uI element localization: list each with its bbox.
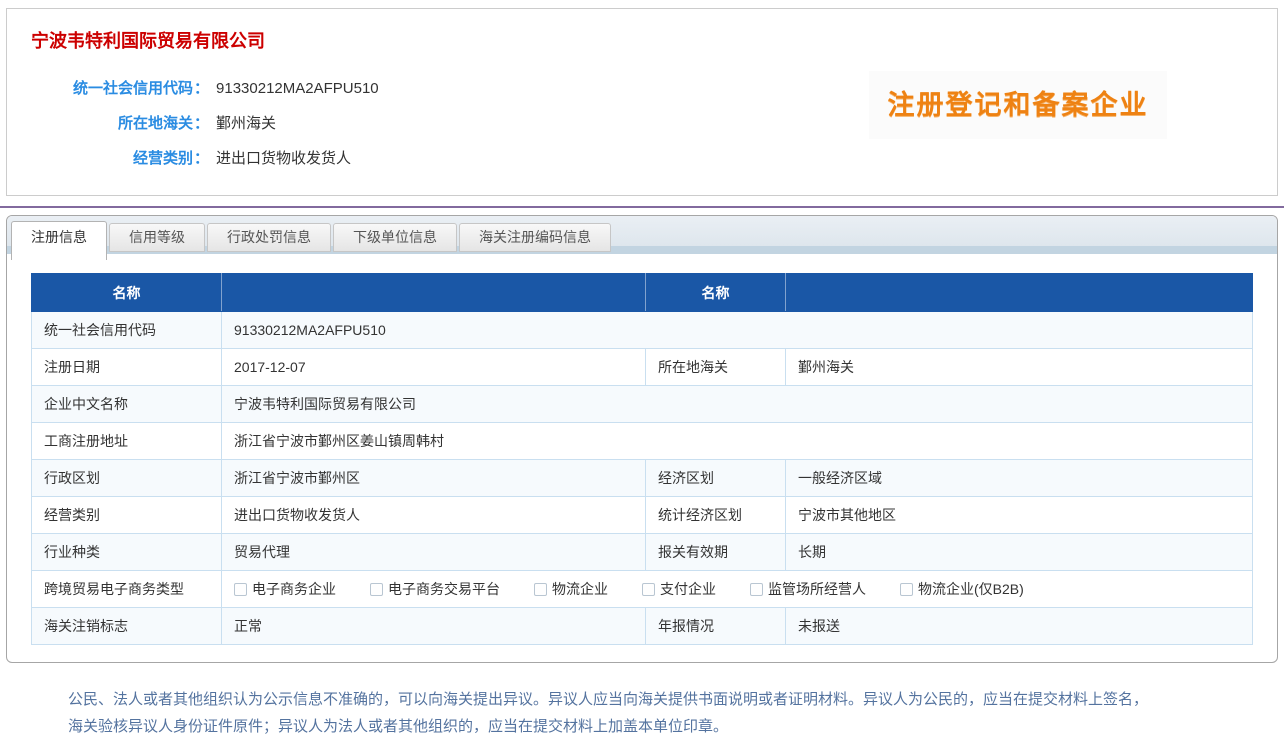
tab-content: 名称 名称 统一社会信用代码91330212MA2AFPU510注册日期2017… [7,254,1277,645]
row-value-cell: 宁波市其他地区 [786,497,1253,534]
table-row: 工商注册地址浙江省宁波市鄞州区姜山镇周韩村 [32,423,1253,460]
column-header-name-2: 名称 [646,274,786,312]
disclaimer: 公民、法人或者其他组织认为公示信息不准确的，可以向海关提出异议。异议人应当向海关… [68,686,1228,740]
table-row: 统一社会信用代码91330212MA2AFPU510 [32,312,1253,349]
tabs: 注册信息信用等级行政处罚信息下级单位信息海关注册编码信息 [11,221,611,260]
registration-status-badge: 注册登记和备案企业 [869,71,1167,139]
row-value-cell: 长期 [786,534,1253,571]
checkbox-supervised-premises-operator[interactable] [750,583,763,596]
row-value-cell: 报关有效期 [646,534,786,571]
table-row: 企业中文名称宁波韦特利国际贸易有限公司 [32,386,1253,423]
column-header-value-1 [222,274,646,312]
checkbox-ecommerce-enterprise[interactable] [234,583,247,596]
tab-strip: 注册信息信用等级行政处罚信息下级单位信息海关注册编码信息 [7,216,1277,254]
checkbox-item-logistics-enterprise-b2b: 物流企业(仅B2B) [900,579,1024,599]
row-value-cell: 鄞州海关 [786,349,1253,386]
disclaimer-line-2: 海关验核异议人身份证件原件；异议人为法人或者其他组织的，应当在提交材料上加盖本单… [68,713,1228,740]
field-label-customs-office: 所在地海关 [31,112,193,133]
row-value-cell: 所在地海关 [646,349,786,386]
tab-subordinate-unit-info[interactable]: 下级单位信息 [333,223,457,252]
row-value-cell: 浙江省宁波市鄞州区 [222,460,646,497]
field-row-uscc: 统一社会信用代码： 91330212MA2AFPU510 [31,77,379,112]
row-value-cell: 91330212MA2AFPU510 [222,312,1253,349]
checkbox-payment-enterprise[interactable] [642,583,655,596]
row-value-cell: 正常 [222,608,646,645]
checkbox-label-ecommerce-trading-platform: 电子商务交易平台 [388,581,500,597]
field-value-customs-office: 鄞州海关 [216,115,276,132]
field-row-business-category: 经营类别： 进出口货物收发货人 [31,147,379,182]
row-label-cell: 注册日期 [32,349,222,386]
checkbox-item-payment-enterprise: 支付企业 [642,579,716,599]
checkbox-label-logistics-enterprise-b2b: 物流企业(仅B2B) [918,581,1024,597]
table-row: 海关注销标志正常年报情况未报送 [32,608,1253,645]
row-value-cell: 进出口货物收发货人 [222,497,646,534]
company-fields: 统一社会信用代码：91330212MA2AFPU510 所在地海关：鄞州海关 经… [31,77,379,182]
field-separator: ： [194,150,209,167]
disclaimer-line-1: 公民、法人或者其他组织认为公示信息不准确的，可以向海关提出异议。异议人应当向海关… [68,686,1228,713]
registration-table: 名称 名称 统一社会信用代码91330212MA2AFPU510注册日期2017… [31,273,1253,645]
tab-registration-info[interactable]: 注册信息 [11,221,107,260]
checkbox-label-ecommerce-enterprise: 电子商务企业 [252,581,336,597]
checkbox-item-supervised-premises-operator: 监管场所经营人 [750,579,866,599]
table-row: 跨境贸易电子商务类型 电子商务企业 电子商务交易平台 物流企业 支付企业 监管场所经营人 物… [32,571,1253,608]
row-value-cell: 年报情况 [646,608,786,645]
checkbox-label-logistics-enterprise: 物流企业 [552,581,608,597]
field-separator: ： [194,115,209,132]
checkbox-item-ecommerce-trading-platform: 电子商务交易平台 [370,579,500,599]
row-label-cell: 工商注册地址 [32,423,222,460]
row-value-cell: 一般经济区域 [786,460,1253,497]
row-label-cell: 行政区划 [32,460,222,497]
table-body: 统一社会信用代码91330212MA2AFPU510注册日期2017-12-07… [32,312,1253,645]
row-value-cell: 未报送 [786,608,1253,645]
company-name: 宁波韦特利国际贸易有限公司 [31,27,265,53]
checkbox-logistics-enterprise-b2b[interactable] [900,583,913,596]
row-value-cell: 浙江省宁波市鄞州区姜山镇周韩村 [222,423,1253,460]
row-value-cell: 宁波韦特利国际贸易有限公司 [222,386,1253,423]
table-row: 经营类别进出口货物收发货人统计经济区划宁波市其他地区 [32,497,1253,534]
row-label-cell: 跨境贸易电子商务类型 [32,571,222,608]
field-label-uscc: 统一社会信用代码 [31,77,193,98]
row-value-cell: 统计经济区划 [646,497,786,534]
column-header-name-1: 名称 [32,274,222,312]
table-row: 注册日期2017-12-07所在地海关鄞州海关 [32,349,1253,386]
row-label-cell: 行业种类 [32,534,222,571]
checkbox-ecommerce-trading-platform[interactable] [370,583,383,596]
row-value-cell: 贸易代理 [222,534,646,571]
field-value-business-category: 进出口货物收发货人 [216,150,351,167]
table-row: 行业种类贸易代理报关有效期长期 [32,534,1253,571]
table-header-row: 名称 名称 [32,274,1253,312]
tab-administrative-penalty-info[interactable]: 行政处罚信息 [207,223,331,252]
checkbox-group-cell: 电子商务企业 电子商务交易平台 物流企业 支付企业 监管场所经营人 物流企业(仅B2B) [222,571,1253,608]
checkbox-label-payment-enterprise: 支付企业 [660,581,716,597]
checkbox-logistics-enterprise[interactable] [534,583,547,596]
row-label-cell: 企业中文名称 [32,386,222,423]
checkbox-item-ecommerce-enterprise: 电子商务企业 [234,579,336,599]
purple-separator [0,206,1284,208]
table-row: 行政区划浙江省宁波市鄞州区经济区划一般经济区域 [32,460,1253,497]
row-value-cell: 2017-12-07 [222,349,646,386]
tab-customs-registration-code-info[interactable]: 海关注册编码信息 [459,223,611,252]
field-label-business-category: 经营类别 [31,147,193,168]
field-separator: ： [194,80,209,97]
main-panel: 注册信息信用等级行政处罚信息下级单位信息海关注册编码信息 名称 名称 统一社会信… [6,215,1278,663]
row-label-cell: 经营类别 [32,497,222,534]
company-info-card: 宁波韦特利国际贸易有限公司 统一社会信用代码：91330212MA2AFPU51… [6,8,1278,196]
checkbox-label-supervised-premises-operator: 监管场所经营人 [768,581,866,597]
column-header-value-2 [786,274,1253,312]
field-row-customs-office: 所在地海关： 鄞州海关 [31,112,379,147]
row-label-cell: 海关注销标志 [32,608,222,645]
row-value-cell: 经济区划 [646,460,786,497]
tab-credit-rating[interactable]: 信用等级 [109,223,205,252]
row-label-cell: 统一社会信用代码 [32,312,222,349]
field-value-uscc: 91330212MA2AFPU510 [216,80,379,97]
checkbox-item-logistics-enterprise: 物流企业 [534,579,608,599]
